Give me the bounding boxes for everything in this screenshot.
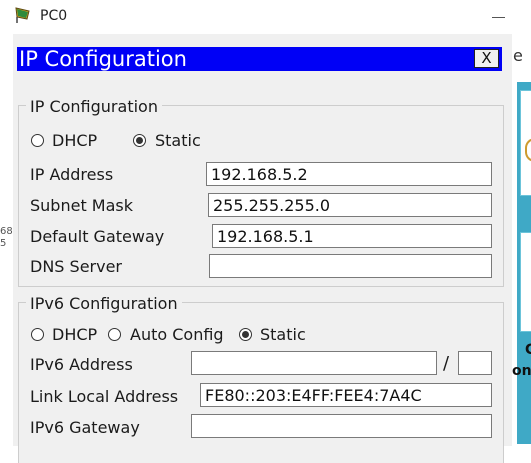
ipv4-dhcp-label[interactable]: DHCP bbox=[52, 131, 97, 151]
subnet-mask-label: Subnet Mask bbox=[30, 196, 134, 215]
background-left-text: 68 bbox=[0, 226, 13, 237]
ipv4-group-title: IP Configuration bbox=[26, 97, 162, 117]
ipv4-static-label[interactable]: Static bbox=[155, 131, 201, 151]
ipv6-auto-config-radio[interactable] bbox=[108, 328, 121, 341]
ipv4-dhcp-radio[interactable] bbox=[31, 134, 44, 147]
ip-address-field[interactable] bbox=[206, 162, 492, 186]
ipv6-prefix-length-field[interactable] bbox=[458, 351, 492, 375]
default-gateway-label: Default Gateway bbox=[30, 227, 165, 246]
dns-server-label: DNS Server bbox=[30, 257, 122, 276]
default-gateway-field[interactable] bbox=[212, 224, 492, 248]
ipv6-dhcp-radio[interactable] bbox=[31, 328, 44, 341]
background-label: C bbox=[525, 342, 531, 358]
background-left-edge: 68 5 bbox=[0, 226, 13, 250]
prefix-separator: / bbox=[443, 353, 450, 374]
close-button[interactable]: X bbox=[474, 49, 499, 68]
ipv6-group-title: IPv6 Configuration bbox=[26, 294, 182, 314]
ipv4-static-radio[interactable] bbox=[133, 134, 146, 147]
background-text: e bbox=[513, 46, 523, 65]
ipv6-address-field[interactable] bbox=[191, 351, 437, 375]
dns-server-field[interactable] bbox=[209, 254, 492, 278]
subnet-mask-field[interactable] bbox=[208, 193, 492, 217]
ipv6-auto-config-label[interactable]: Auto Config bbox=[130, 325, 224, 345]
background-card bbox=[520, 232, 531, 332]
ip-address-label: IP Address bbox=[30, 165, 114, 184]
ipv6-static-label[interactable]: Static bbox=[260, 325, 306, 345]
background-label: on bbox=[512, 363, 531, 379]
link-local-address-label: Link Local Address bbox=[30, 387, 179, 406]
ipv6-static-radio[interactable] bbox=[239, 328, 252, 341]
pc-device-icon bbox=[15, 7, 30, 23]
window-title: PC0 bbox=[40, 8, 68, 24]
ipv6-gateway-label: IPv6 Gateway bbox=[30, 418, 140, 437]
minimize-button[interactable] bbox=[488, 7, 510, 27]
link-local-address-field[interactable] bbox=[200, 383, 492, 407]
ipv6-dhcp-label[interactable]: DHCP bbox=[52, 325, 97, 345]
ipv6-gateway-field[interactable] bbox=[191, 414, 492, 438]
background-left-text: 5 bbox=[0, 238, 7, 249]
ipv6-address-label: IPv6 Address bbox=[30, 355, 133, 374]
panel-title: IP Configuration bbox=[19, 47, 187, 71]
